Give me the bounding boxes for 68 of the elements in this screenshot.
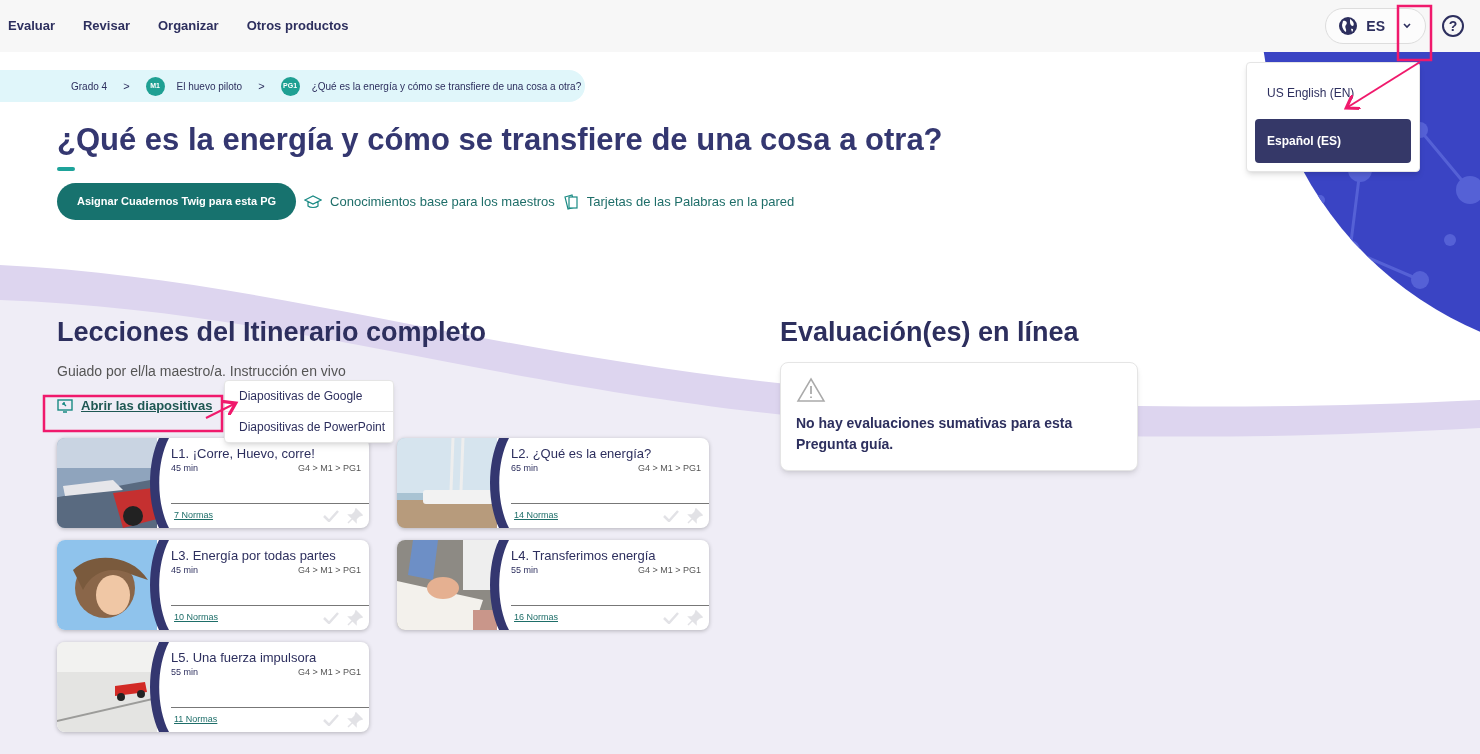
chevron-down-icon	[1403, 23, 1411, 29]
lesson-title[interactable]: L3. Energía por todas partes	[171, 547, 361, 564]
checkmark-icon[interactable]	[663, 509, 679, 522]
resource-link[interactable]: Tarjetas de las Palabras en la pared	[586, 191, 795, 212]
assign-button[interactable]: Asignar Cuadernos Twig para esta PG	[57, 183, 297, 220]
nav-link[interactable]: Otros productos	[246, 16, 349, 36]
empty-message: No hay evaluaciones sumativas para esta Pregunta guía.	[796, 414, 1074, 454]
checkmark-icon[interactable]	[323, 713, 339, 726]
menu-item[interactable]: Diapositivas de PowerPoint	[225, 411, 393, 442]
lesson-card[interactable]: L4. Transferimos energía 55 min G4 > M1 > PG1 16 Normas	[397, 539, 709, 630]
lesson-card[interactable]: L1. ¡Corre, Huevo, corre! 45 min G4 > M1 > PG1 7 Normas	[57, 437, 369, 528]
lesson-path: G4 > M1 > PG1	[297, 665, 361, 679]
lesson-title[interactable]: L1. ¡Corre, Huevo, corre!	[171, 445, 361, 462]
breadcrumb-link[interactable]: El huevo piloto	[176, 78, 243, 94]
nav-link[interactable]: Revisar	[83, 16, 130, 36]
nav-link[interactable]: Organizar	[157, 16, 219, 36]
pin-icon[interactable]	[687, 507, 703, 524]
breadcrumb-separator: >	[258, 78, 265, 94]
menu-item[interactable]: Diapositivas de Google	[225, 381, 393, 411]
duration: 45 min	[171, 461, 198, 475]
pin-icon[interactable]	[687, 609, 703, 626]
presentation-icon	[57, 398, 73, 413]
checkmark-icon[interactable]	[663, 611, 679, 624]
pin-icon[interactable]	[347, 711, 363, 728]
lesson-title[interactable]: L4. Transferimos energía	[511, 547, 701, 564]
page-title: ¿Qué es la energía y cómo se transfiere de una cosa a otra?	[57, 121, 943, 159]
language-code: ES	[1366, 17, 1385, 36]
title-underline	[57, 167, 75, 171]
duration: 55 min	[171, 665, 198, 679]
breadcrumb-link[interactable]: ¿Qué es la energía y cómo se transfiere de una cosa a otra?	[311, 78, 582, 94]
resource-link[interactable]: Conocimientos base para los maestros	[330, 191, 555, 212]
cards-icon	[562, 193, 579, 210]
lesson-title[interactable]: L5. Una fuerza impulsora	[171, 649, 361, 666]
globe-icon	[1338, 16, 1359, 36]
language-option[interactable]: US English (EN)	[1255, 71, 1411, 115]
section-heading: Lecciones del Itinerario completo	[57, 316, 487, 349]
pin-icon[interactable]	[347, 609, 363, 626]
lesson-path: G4 > M1 > PG1	[297, 461, 361, 475]
checkmark-icon[interactable]	[323, 611, 339, 624]
standards-link[interactable]: 14 Normas	[514, 508, 558, 523]
help-button[interactable]: ?	[1442, 15, 1464, 37]
lesson-path: G4 > M1 > PG1	[637, 461, 701, 475]
lesson-path: G4 > M1 > PG1	[637, 563, 701, 577]
standards-link[interactable]: 7 Normas	[174, 508, 213, 523]
breadcrumb-link[interactable]: Grado 4	[71, 78, 108, 94]
warning-icon	[796, 377, 826, 403]
duration: 45 min	[171, 563, 198, 577]
section-subheading: Guiado por el/la maestro/a. Instrucción en vivo	[57, 362, 346, 380]
duration: 65 min	[511, 461, 538, 475]
lesson-title[interactable]: L2. ¿Qué es la energía?	[511, 445, 701, 462]
checkmark-icon[interactable]	[323, 509, 339, 522]
graduation-cap-icon	[304, 194, 323, 209]
standards-link[interactable]: 10 Normas	[174, 610, 218, 625]
open-slides-link[interactable]: Abrir las diapositivas	[57, 396, 213, 416]
standards-link[interactable]: 11 Normas	[174, 712, 218, 727]
lesson-card[interactable]: L2. ¿Qué es la energía? 65 min G4 > M1 > PG1 14 Normas	[397, 437, 709, 528]
section-heading: Evaluación(es) en línea	[780, 316, 1079, 349]
highlight-box	[1396, 4, 1433, 62]
pin-icon[interactable]	[347, 507, 363, 524]
lesson-card[interactable]: L3. Energía por todas partes 45 min G4 > M1 > PG1 10 Normas	[57, 539, 369, 630]
language-option[interactable]: Español (ES)	[1255, 119, 1411, 163]
lesson-path: G4 > M1 > PG1	[297, 563, 361, 577]
lesson-card[interactable]: L5. Una fuerza impulsora 55 min G4 > M1 > PG1 11 Normas	[57, 641, 369, 732]
nav-link[interactable]: Evaluar	[8, 16, 55, 36]
language-selector[interactable]: ES	[1325, 8, 1426, 44]
standards-link[interactable]: 16 Normas	[514, 610, 558, 625]
breadcrumb-separator: >	[123, 78, 130, 94]
duration: 55 min	[511, 563, 538, 577]
